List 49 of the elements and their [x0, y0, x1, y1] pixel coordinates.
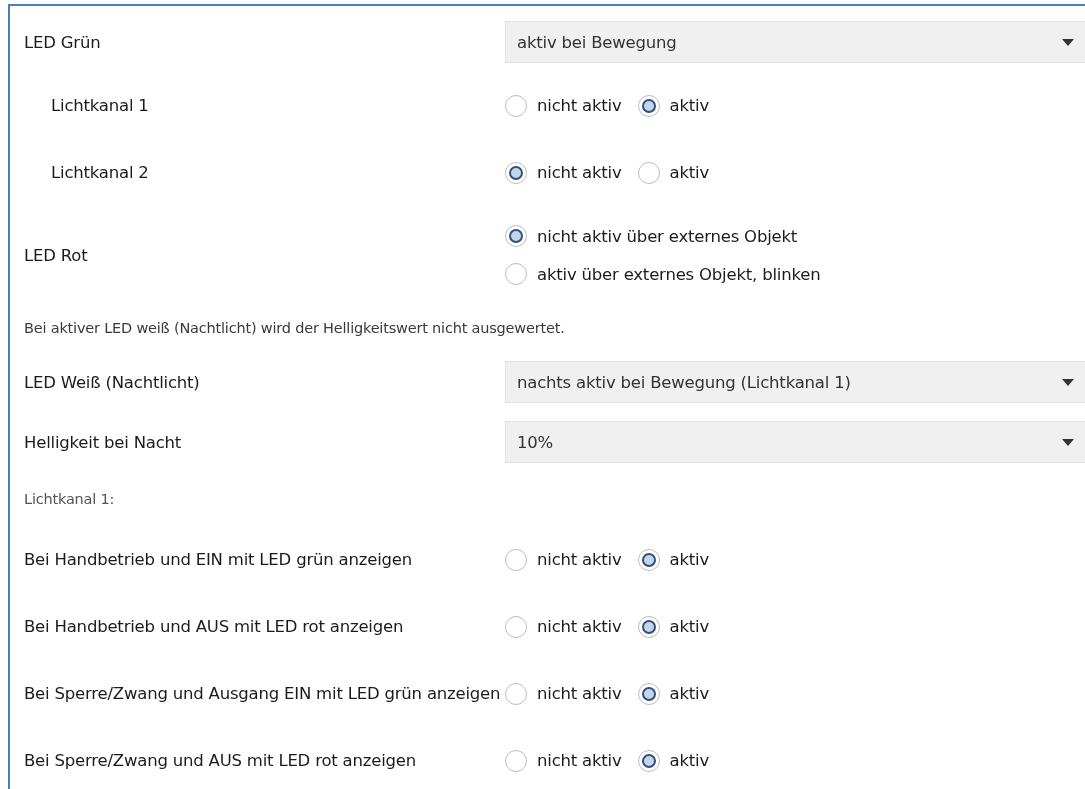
option-label[interactable]: aktiv [669, 96, 710, 115]
option-label[interactable]: aktiv [669, 550, 710, 569]
info-note: Bei aktiver LED weiß (Nachtlicht) wird der Helligkeitswert nicht ausgewertet. [24, 320, 565, 336]
setting-label: Lichtkanal 1 [50, 95, 150, 116]
radio-button[interactable] [505, 94, 527, 117]
dropdown-value: 10% [517, 432, 555, 452]
dropdown-caret-icon [1062, 38, 1074, 46]
option-label[interactable]: nicht aktiv [537, 617, 622, 636]
dropdown-caret-icon [1062, 438, 1074, 446]
setting-label: Bei Sperre/Zwang und AUS mit LED rot anzeigen [24, 750, 418, 771]
setting-label: LED Weiß (Nachtlicht) [24, 371, 201, 393]
option-label[interactable]: nicht aktiv [537, 684, 622, 703]
radio-button[interactable] [637, 682, 660, 705]
radio-button[interactable] [505, 749, 527, 772]
setting-label: LED Grün [24, 31, 102, 53]
setting-label: LED Rot [24, 244, 89, 266]
option-label[interactable]: nicht aktiv über externes Objekt [537, 226, 798, 246]
option-label[interactable]: aktiv [669, 751, 710, 770]
dropdown-value: nachts aktiv bei Bewegung (Lichtkanal 1) [517, 372, 852, 392]
setting-label: Bei Sperre/Zwang und Ausgang EIN mit LED grün anzeigen [24, 683, 502, 704]
setting-label: Helligkeit bei Nacht [24, 431, 183, 453]
radio-button[interactable] [637, 749, 660, 772]
option-label[interactable]: aktiv [669, 684, 710, 703]
setting-label: Lichtkanal 2 [50, 162, 150, 183]
dropdown-caret-icon [1062, 378, 1074, 386]
radio-button[interactable] [505, 263, 527, 285]
dropdown[interactable]: aktiv bei Bewegung [505, 21, 1085, 63]
setting-label: Bei Handbetrieb und AUS mit LED rot anzeigen [24, 616, 405, 637]
option-label[interactable]: nicht aktiv [537, 550, 622, 569]
radio-button[interactable] [505, 682, 527, 705]
option-label[interactable]: nicht aktiv [537, 96, 622, 115]
option-label[interactable]: nicht aktiv [537, 751, 622, 770]
option-label[interactable]: aktiv [669, 617, 710, 636]
radio-button[interactable] [505, 615, 527, 638]
dropdown-value: aktiv bei Bewegung [517, 32, 678, 52]
radio-button[interactable] [505, 225, 527, 247]
radio-button[interactable] [505, 548, 527, 571]
radio-button[interactable] [637, 548, 660, 571]
dropdown[interactable]: nachts aktiv bei Bewegung (Lichtkanal 1) [505, 361, 1085, 403]
option-label[interactable]: aktiv über externes Objekt, blinken [537, 264, 821, 284]
radio-button[interactable] [637, 94, 660, 117]
radio-button[interactable] [505, 161, 527, 184]
setting-label: Bei Handbetrieb und EIN mit LED grün anzeigen [24, 549, 413, 570]
section-heading: Lichtkanal 1: [24, 491, 115, 507]
option-label[interactable]: nicht aktiv [537, 163, 622, 182]
radio-button[interactable] [637, 161, 660, 184]
option-label[interactable]: aktiv [669, 163, 710, 182]
radio-button[interactable] [637, 615, 660, 638]
dropdown[interactable]: 10% [505, 421, 1085, 463]
